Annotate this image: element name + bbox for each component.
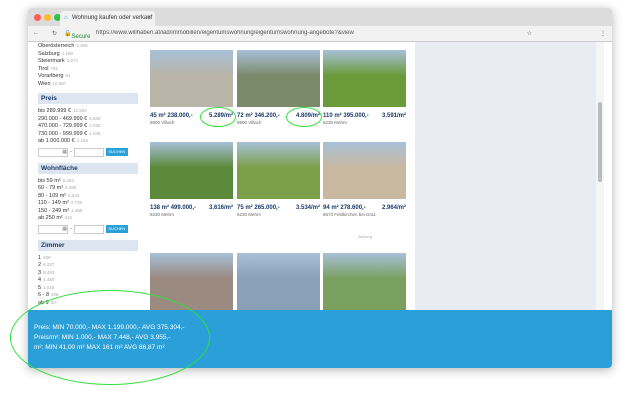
secure-label: 🔒 Secure bbox=[64, 31, 91, 40]
listing-card[interactable]: 138 m² 499.000,- 3.616/m² 6230 Mehrn bbox=[150, 142, 233, 217]
filter-option-rooms[interactable]: 3 8.483 bbox=[38, 269, 138, 277]
ad-panel bbox=[415, 42, 604, 332]
favicon-icon: ⌂ bbox=[64, 15, 68, 21]
filter-region[interactable]: Tirol 751 bbox=[38, 65, 138, 73]
back-icon[interactable]: ← bbox=[33, 30, 39, 36]
listing-price: 499.000,- bbox=[170, 205, 197, 211]
filter-option-area[interactable]: 150 - 249 m² 1.368 bbox=[38, 207, 138, 215]
listing-size: 45 m² bbox=[150, 113, 166, 119]
listing-location: 8573 Feldkirchen bei Graz bbox=[323, 212, 376, 217]
listing-price-per-sqm: 3.591/m² bbox=[381, 113, 406, 119]
scrollbar[interactable] bbox=[596, 42, 604, 332]
filter-option-rooms[interactable]: 4 4.480 bbox=[38, 276, 138, 284]
listing-price-per-sqm: 2.964/m² bbox=[381, 205, 406, 211]
search-button[interactable]: SUCHEN bbox=[105, 225, 128, 233]
listing-card[interactable] bbox=[323, 253, 406, 310]
close-tab-icon[interactable]: × bbox=[147, 15, 151, 21]
filter-option-area[interactable]: bis 59 m² 6.394 bbox=[38, 177, 138, 185]
close-window-button[interactable] bbox=[34, 14, 41, 21]
filter-option-price[interactable]: bis 289.999 €12.594 bbox=[38, 107, 138, 115]
browser-tab[interactable]: ⌂ Wohnung kaufen oder verkauf × bbox=[60, 11, 155, 26]
listing-photo[interactable] bbox=[237, 142, 320, 199]
listing-size: 72 m² bbox=[237, 113, 253, 119]
filter-heading-price: Preis bbox=[38, 93, 138, 104]
listing-price: 395.000,- bbox=[343, 113, 369, 119]
filter-heading-rooms: Zimmer bbox=[38, 239, 138, 251]
filter-region[interactable]: Oberösterreich 2.409 bbox=[38, 42, 138, 50]
menu-icon[interactable]: ⋮ bbox=[600, 30, 606, 37]
filter-option-area[interactable]: 110 - 149 m² 2.735 bbox=[38, 199, 138, 207]
listing-size: 94 m² bbox=[323, 205, 339, 211]
listing-size: 75 m² bbox=[237, 205, 253, 211]
address-bar: ← ↻ 🔒 Secure https://www.willhaben.at/ia… bbox=[28, 26, 612, 42]
listing-photo[interactable] bbox=[237, 253, 320, 310]
range-to-input[interactable] bbox=[73, 147, 104, 157]
tab-bar: ⌂ Wohnung kaufen oder verkauf × bbox=[28, 8, 612, 26]
filter-region[interactable]: Wien 10.987 bbox=[38, 80, 138, 88]
bookmark-star-icon[interactable]: ☆ bbox=[527, 30, 532, 37]
listing-size: 110 m² bbox=[323, 113, 342, 119]
filter-sidebar: Oberösterreich 2.409 Salzburg 1.188 Steierma… bbox=[38, 42, 138, 306]
listing-photo[interactable] bbox=[323, 142, 406, 199]
filter-option-price[interactable]: 730.000 - 999.999 €1.048 bbox=[38, 130, 138, 138]
highlight-ellipse bbox=[10, 290, 210, 385]
listing-photo[interactable] bbox=[237, 50, 320, 107]
listing-location: 6230 Mehrn bbox=[150, 212, 175, 217]
listing-price: 265.000,- bbox=[254, 205, 280, 211]
listing-price-per-sqm: 3.534/m² bbox=[295, 205, 320, 211]
url-input[interactable]: https://www.willhaben.at/iad/immobilien/… bbox=[96, 30, 572, 36]
highlight-ellipse bbox=[200, 107, 236, 127]
listing-photo[interactable] bbox=[150, 142, 233, 199]
filter-option-rooms[interactable]: 2 6.337 bbox=[38, 261, 138, 269]
filter-option-area[interactable]: ab 250 m² 421 bbox=[38, 214, 138, 222]
filter-region[interactable]: Vorarlberg 94 bbox=[38, 72, 138, 80]
range-from-input[interactable]: ▦ bbox=[38, 147, 68, 157]
listing-price: 238.000,- bbox=[167, 113, 193, 119]
highlight-ellipse bbox=[286, 107, 322, 127]
filter-option-price[interactable]: 470.000 - 729.999 €3.036 bbox=[38, 122, 138, 130]
reload-icon[interactable]: ↻ bbox=[52, 30, 57, 37]
listing-price: 346.200,- bbox=[254, 113, 280, 119]
filter-region[interactable]: Salzburg 1.188 bbox=[38, 50, 138, 58]
listing-card[interactable]: 110 m² 395.000,- 3.591/m² 6230 Mehrn bbox=[323, 50, 406, 125]
listing-card[interactable]: 75 m² 265.000,- 3.534/m² 6230 Mehrn bbox=[237, 142, 320, 217]
listing-price: 278.600,- bbox=[340, 205, 366, 211]
filter-option-price[interactable]: 290.000 - 469.999 €5.839 bbox=[38, 115, 138, 123]
listing-photo[interactable] bbox=[323, 253, 406, 310]
filter-option-area[interactable]: 60 - 79 m² 5.396 bbox=[38, 184, 138, 192]
listing-card[interactable]: 94 m² 278.600,- 2.964/m² 8573 Feldkirchen … bbox=[323, 142, 406, 217]
filter-region[interactable]: Steiermark 3.672 bbox=[38, 57, 138, 65]
filter-option-price[interactable]: ab 1.000.000 €1.155 bbox=[38, 137, 138, 145]
listing-price-per-sqm: 3.616/m² bbox=[208, 205, 233, 211]
listing-size: 138 m² bbox=[150, 205, 170, 211]
ad-label: Werbung bbox=[358, 235, 373, 239]
range-from-input[interactable]: ▦ bbox=[38, 224, 68, 234]
range-to-input[interactable] bbox=[73, 224, 104, 234]
listing-location: 6230 Mehrn bbox=[237, 212, 262, 217]
tab-title: Wohnung kaufen oder verkauf bbox=[72, 15, 153, 21]
filter-option-area[interactable]: 80 - 109 m² 6.542 bbox=[38, 192, 138, 200]
filter-option-rooms[interactable]: 1 938 bbox=[38, 254, 138, 262]
minimize-window-button[interactable] bbox=[44, 14, 51, 21]
listing-photo[interactable] bbox=[150, 50, 233, 107]
listing-photo[interactable] bbox=[323, 50, 406, 107]
search-button[interactable]: SUCHEN bbox=[105, 148, 128, 156]
listing-location: 6230 Mehrn bbox=[323, 120, 348, 125]
listing-card[interactable] bbox=[237, 253, 320, 310]
filter-heading-area: Wohnfläche bbox=[38, 162, 138, 174]
